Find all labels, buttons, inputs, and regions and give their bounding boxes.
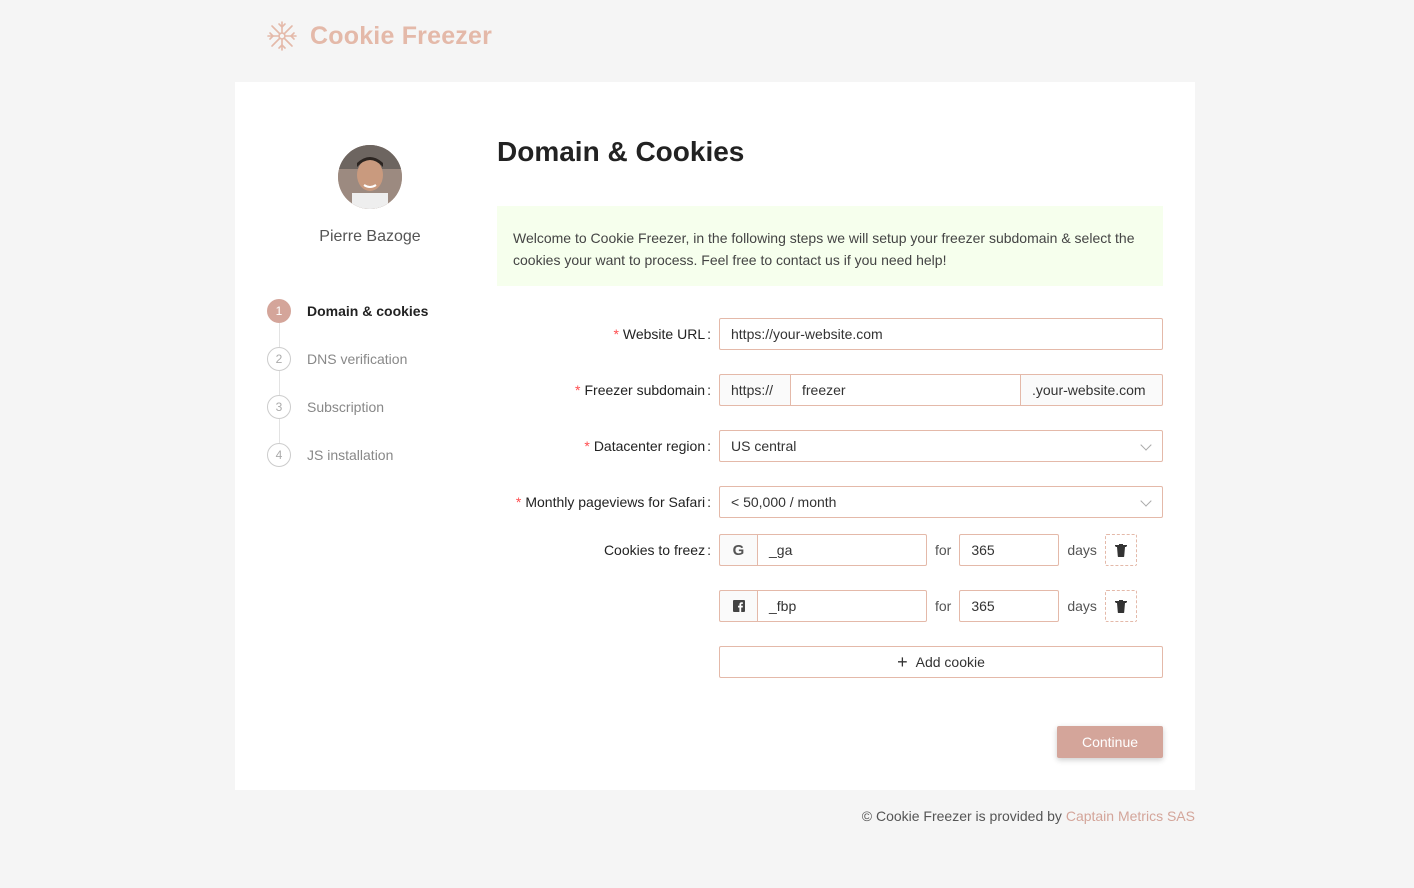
chevron-down-icon (1140, 495, 1152, 507)
add-cookie-row: + Add cookie (497, 646, 1163, 678)
website-url-input[interactable]: https://your-website.com (719, 318, 1163, 350)
cookies-row: Cookies to freez: G _ga for 365 days (497, 534, 1163, 566)
cookie-days-input[interactable]: 365 (959, 590, 1060, 622)
steps-nav: 1 Domain & cookies 2 DNS verification 3 … (267, 299, 487, 491)
add-cookie-label: Add cookie (915, 654, 985, 670)
cookie-days-input[interactable]: 365 (959, 534, 1060, 566)
pageviews-select[interactable]: < 50,000 / month (719, 486, 1163, 518)
step-dns-verification[interactable]: 2 DNS verification (267, 347, 487, 395)
user-avatar (338, 145, 402, 209)
chevron-down-icon (1140, 439, 1152, 451)
cookie-item: G _ga for 365 days (719, 534, 1163, 566)
step-label: Domain & cookies (307, 303, 429, 319)
pageviews-row: * Monthly pageviews for Safari: < 50,000 … (497, 486, 1163, 518)
step-connector (278, 419, 280, 443)
step-number: 3 (267, 395, 291, 419)
website-url-label: * Website URL: (613, 326, 711, 342)
trash-icon (1114, 600, 1127, 613)
step-label: DNS verification (307, 351, 408, 367)
footer-link[interactable]: Captain Metrics SAS (1066, 808, 1195, 824)
for-text: for (935, 598, 952, 614)
region-value: US central (731, 438, 797, 454)
cookies-label: Cookies to freez: (603, 542, 711, 558)
subdomain-label: * Freezer subdomain: (575, 382, 711, 398)
cookie-name-input[interactable]: _ga (757, 534, 927, 566)
step-domain-cookies[interactable]: 1 Domain & cookies (267, 299, 487, 347)
subdomain-input[interactable]: freezer (790, 374, 1021, 406)
step-number: 4 (267, 443, 291, 467)
subdomain-suffix: .your-website.com (1021, 374, 1163, 406)
delete-cookie-button[interactable] (1104, 590, 1137, 622)
step-label: Subscription (307, 399, 385, 415)
days-text: days (1067, 598, 1097, 614)
cookies-row-2: _fbp for 365 days (497, 590, 1163, 622)
region-select[interactable]: US central (719, 430, 1163, 462)
user-name: Pierre Bazoge (319, 228, 421, 245)
region-row: * Datacenter region: US central (497, 430, 1163, 462)
info-alert: Welcome to Cookie Freezer, in the follow… (497, 206, 1163, 286)
subdomain-prefix: https:// (719, 374, 790, 406)
for-text: for (935, 542, 952, 558)
subdomain-group: https:// freezer .your-website.com (719, 374, 1163, 406)
snowflake-icon (267, 21, 297, 51)
add-cookie-button[interactable]: + Add cookie (719, 646, 1163, 678)
step-connector (278, 371, 280, 395)
trash-icon (1114, 544, 1127, 557)
website-url-row: * Website URL: https://your-website.com (497, 318, 1163, 350)
app-name: Cookie Freezer (310, 21, 493, 50)
plus-icon: + (897, 652, 908, 672)
main-card: Pierre Bazoge 1 Domain & cookies 2 DNS v… (235, 82, 1195, 790)
continue-button[interactable]: Continue (1057, 726, 1163, 758)
days-text: days (1067, 542, 1097, 558)
step-js-installation[interactable]: 4 JS installation (267, 443, 487, 491)
pageviews-value: < 50,000 / month (731, 494, 837, 510)
step-subscription[interactable]: 3 Subscription (267, 395, 487, 443)
app-header: Cookie Freezer (266, 20, 492, 52)
footer: © Cookie Freezer is provided by Captain … (862, 808, 1195, 824)
step-label: JS installation (307, 447, 394, 463)
pageviews-label: * Monthly pageviews for Safari: (515, 494, 711, 510)
cookie-name-input[interactable]: _fbp (757, 590, 927, 622)
step-number: 2 (267, 347, 291, 371)
page-title: Domain & Cookies (497, 136, 745, 167)
cookie-item: _fbp for 365 days (719, 590, 1163, 622)
region-label: * Datacenter region: (584, 438, 711, 454)
delete-cookie-button[interactable] (1104, 534, 1137, 566)
facebook-icon (719, 590, 757, 622)
step-connector (278, 323, 280, 347)
step-number: 1 (267, 299, 291, 323)
google-icon: G (719, 534, 757, 566)
footer-text: © Cookie Freezer is provided by (861, 808, 1062, 824)
subdomain-row: * Freezer subdomain: https:// freezer .yo… (497, 374, 1163, 406)
